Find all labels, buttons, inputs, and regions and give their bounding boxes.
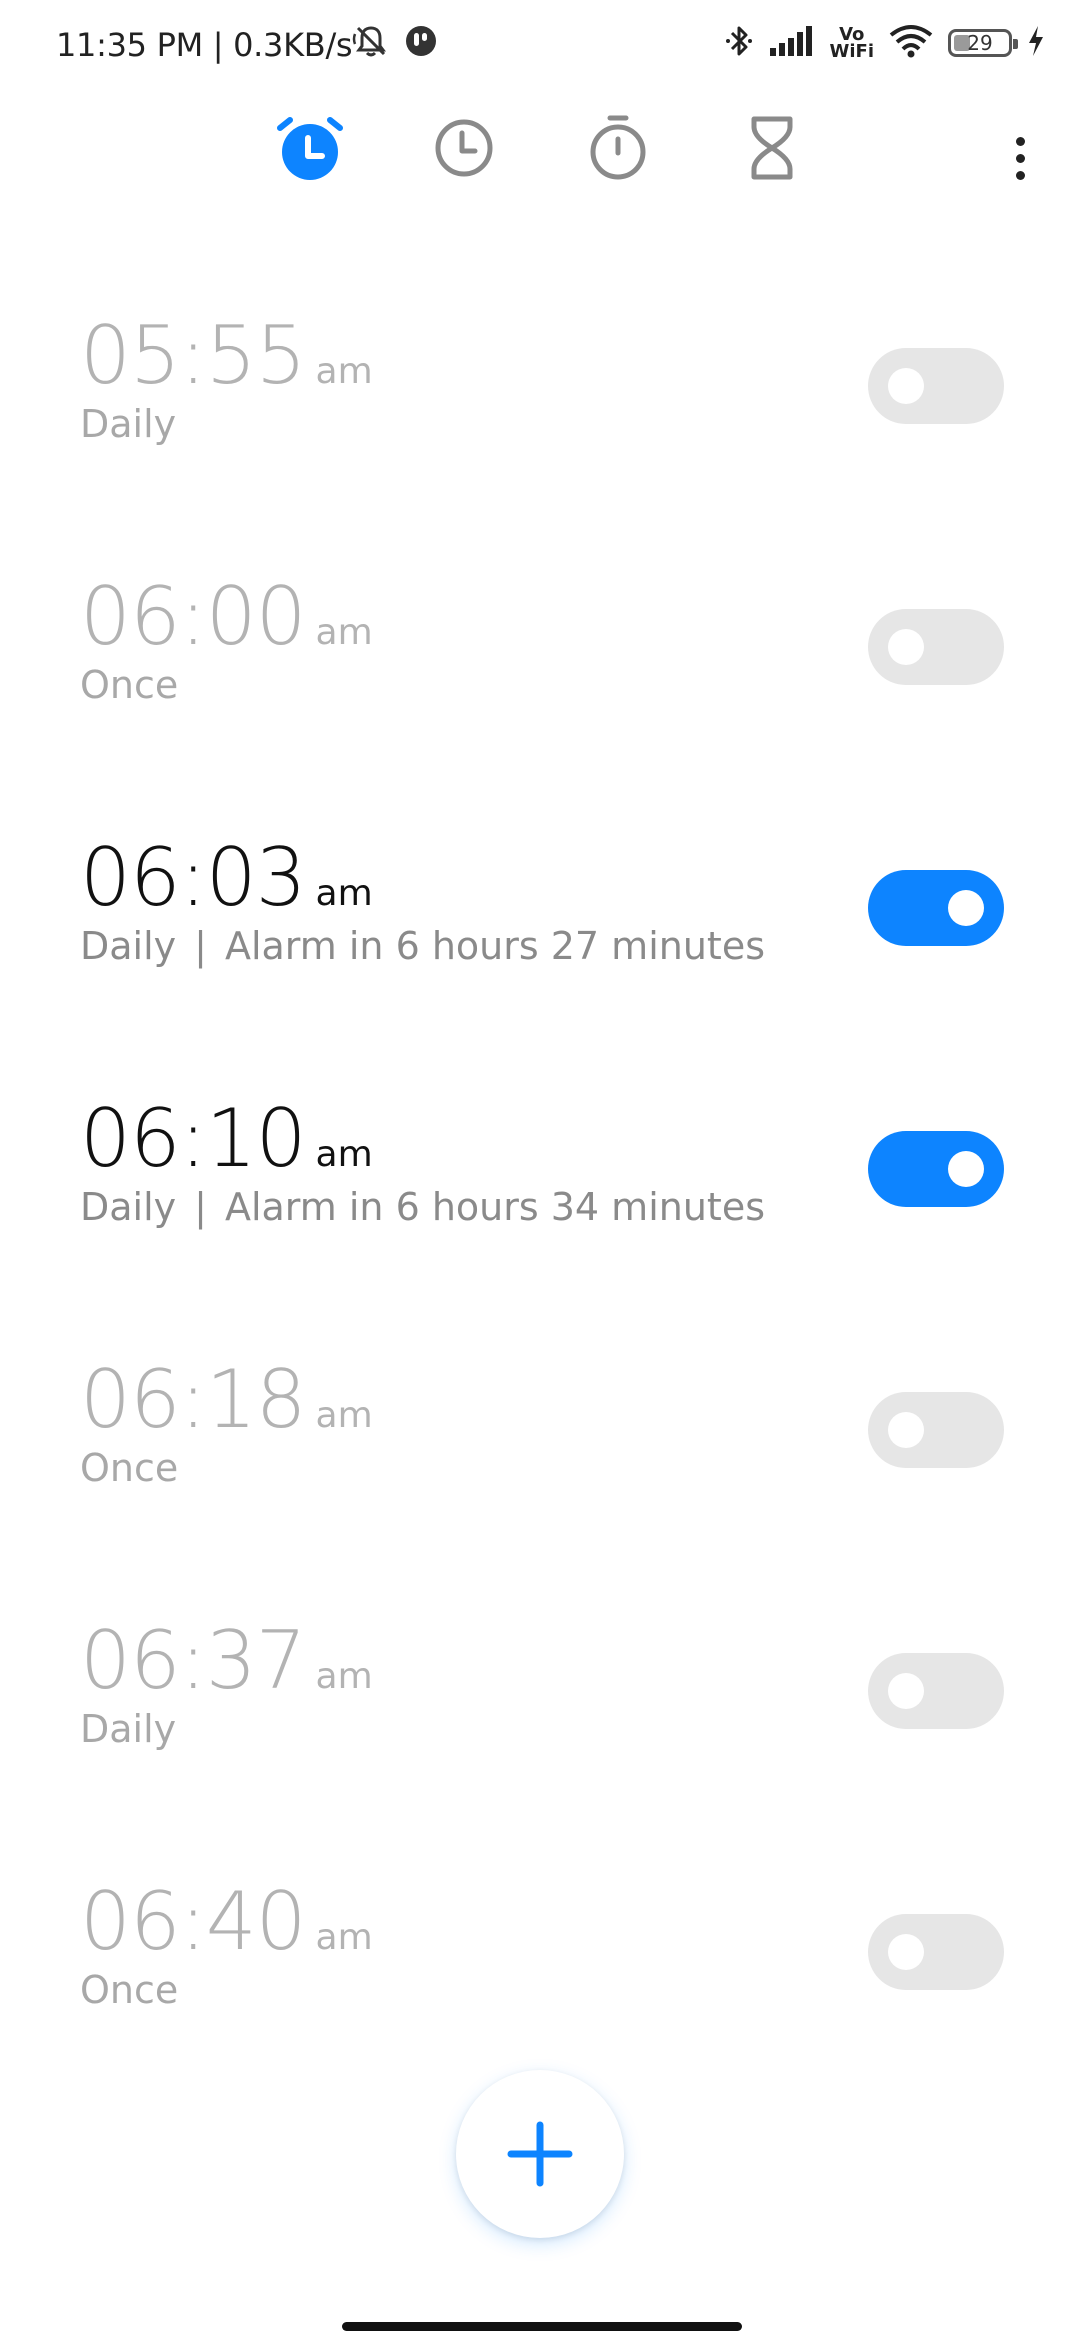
alarm-repeat: Daily — [80, 924, 177, 968]
alarm-ampm: am — [315, 1656, 373, 1697]
alarm-toggle[interactable] — [868, 348, 1004, 424]
app-notification-icon — [404, 24, 438, 62]
alarm-list: 05:55 am Daily 06:00 am Once 06:03 am Da… — [0, 262, 1080, 2089]
alarm-clock-icon — [277, 117, 343, 180]
alarm-ampm: am — [315, 1917, 373, 1958]
status-left-icons — [352, 22, 438, 64]
vowifi-bottom-label: WiFi — [829, 41, 875, 62]
alarm-toggle[interactable] — [868, 1914, 1004, 1990]
alarm-item[interactable]: 06:00 am Once — [0, 523, 1080, 784]
tab-clock[interactable] — [422, 106, 506, 190]
status-time-speed: 11:35 PM | 0.3KB/s — [56, 26, 353, 64]
tab-bar — [0, 96, 1080, 206]
alarm-ampm: am — [315, 1134, 373, 1175]
hourglass-icon — [751, 116, 793, 180]
tab-alarm[interactable] — [268, 106, 352, 190]
bluetooth-icon — [724, 22, 754, 64]
stopwatch-icon — [590, 115, 646, 180]
alarm-repeat: Daily — [80, 1185, 177, 1229]
alarm-item[interactable]: 06:37 am Daily — [0, 1567, 1080, 1828]
vowifi-icon: Vo WiFi — [829, 26, 875, 62]
alarm-toggle[interactable] — [868, 1131, 1004, 1207]
battery-icon: 29 — [948, 29, 1018, 57]
status-bar: 11:35 PM | 0.3KB/s Vo WiFi 29 — [0, 0, 1080, 96]
alarm-time: 06:10 — [80, 1092, 307, 1185]
alarm-item[interactable]: 06:03 am Daily | Alarm in 6 hours 27 min… — [0, 784, 1080, 1045]
alarm-repeat: Daily — [80, 402, 177, 446]
more-dot-icon — [1015, 136, 1025, 146]
alarm-repeat: Once — [80, 1968, 179, 2012]
alarm-toggle[interactable] — [868, 1392, 1004, 1468]
tab-timer[interactable] — [730, 106, 814, 190]
alarm-item[interactable]: 06:18 am Once — [0, 1306, 1080, 1567]
alarm-ampm: am — [315, 612, 373, 653]
alarm-ampm: am — [315, 873, 373, 914]
home-indicator[interactable] — [342, 2322, 742, 2331]
plus-icon — [507, 2121, 573, 2187]
battery-level: 29 — [967, 31, 993, 55]
alarm-toggle[interactable] — [868, 1653, 1004, 1729]
wifi-icon — [888, 23, 934, 63]
alarm-toggle[interactable] — [868, 870, 1004, 946]
more-dot-icon — [1015, 153, 1025, 163]
alarm-time: 06:03 — [80, 831, 307, 924]
tab-stopwatch[interactable] — [576, 106, 660, 190]
alarm-time: 06:18 — [80, 1353, 307, 1446]
alarm-time: 06:00 — [80, 570, 307, 663]
charging-icon — [1026, 24, 1046, 62]
add-alarm-button[interactable] — [456, 2070, 624, 2238]
alarm-time: 06:37 — [80, 1614, 307, 1707]
more-options-button[interactable] — [990, 118, 1050, 198]
bell-muted-icon — [352, 22, 390, 64]
alarm-time: 06:40 — [80, 1875, 307, 1968]
clock-icon — [435, 119, 493, 177]
alarm-item[interactable]: 06:10 am Daily | Alarm in 6 hours 34 min… — [0, 1045, 1080, 1306]
alarm-repeat: Once — [80, 663, 179, 707]
alarm-item[interactable]: 06:40 am Once — [0, 1828, 1080, 2089]
alarm-ampm: am — [315, 1395, 373, 1436]
alarm-countdown: Alarm in 6 hours 34 minutes — [224, 1185, 766, 1229]
signal-icon — [768, 24, 816, 62]
alarm-time: 05:55 — [80, 309, 307, 402]
alarm-repeat: Once — [80, 1446, 179, 1490]
alarm-repeat: Daily — [80, 1707, 177, 1751]
more-dot-icon — [1015, 170, 1025, 180]
alarm-countdown: Alarm in 6 hours 27 minutes — [224, 924, 766, 968]
status-right-icons: Vo WiFi 29 — [724, 22, 1047, 64]
alarm-item[interactable]: 05:55 am Daily — [0, 262, 1080, 523]
alarm-separator: | — [194, 924, 207, 968]
alarm-toggle[interactable] — [868, 609, 1004, 685]
alarm-separator: | — [194, 1185, 207, 1229]
alarm-ampm: am — [315, 351, 373, 392]
